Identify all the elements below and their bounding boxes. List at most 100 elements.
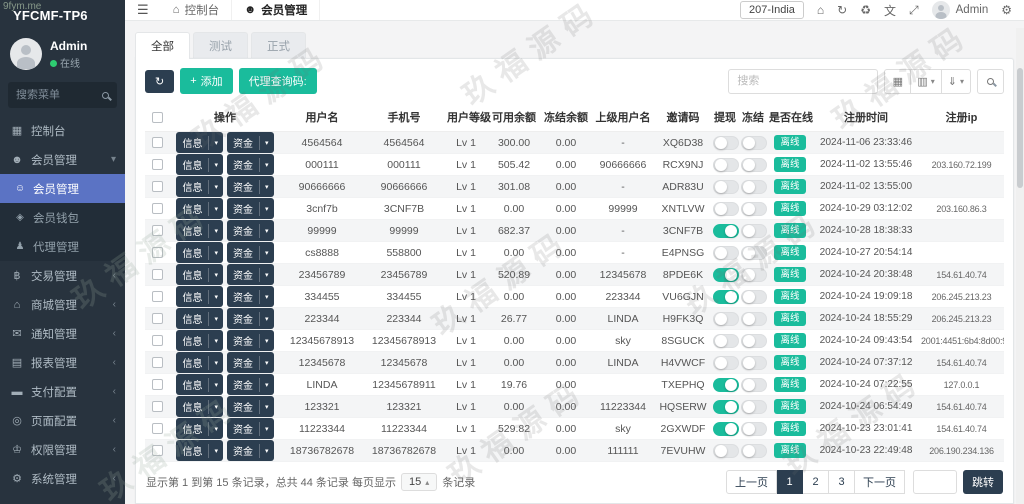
info-button[interactable]: 信息 ▾ [176,418,223,439]
row-checkbox[interactable] [151,159,163,171]
sidebar-search[interactable] [8,82,117,108]
funds-button[interactable]: 资金 ▾ [227,286,274,307]
withdraw-toggle[interactable] [713,289,739,304]
menu-toggle-icon[interactable]: ☰ [125,2,161,18]
info-button[interactable]: 信息 ▾ [176,396,223,417]
withdraw-toggle[interactable] [713,421,739,436]
withdraw-toggle[interactable] [713,311,739,326]
page-button-上一页[interactable]: 上一页 [726,470,777,494]
row-checkbox[interactable] [151,291,163,303]
row-checkbox[interactable] [151,335,163,347]
page-button-1[interactable]: 1 [777,470,803,494]
row-checkbox[interactable] [151,137,163,149]
page-size-select[interactable]: 15 ▴ [400,473,438,491]
page-button-3[interactable]: 3 [829,470,855,494]
info-button[interactable]: 信息 ▾ [176,440,223,461]
row-checkbox[interactable] [151,445,163,457]
funds-button[interactable]: 资金 ▾ [227,132,274,153]
freeze-toggle[interactable] [741,201,767,216]
settings-cogs-icon[interactable]: ⚙ [1001,3,1012,17]
language-icon[interactable]: 文 [884,2,896,19]
paging-toggle-button[interactable]: ▦ [884,68,912,94]
sidebar-item-控制台[interactable]: ▦ 控制台 [0,116,125,145]
info-button[interactable]: 信息 ▾ [176,308,223,329]
funds-button[interactable]: 资金 ▾ [227,440,274,461]
export-button[interactable]: ⇓ ▾ [941,68,971,94]
withdraw-toggle[interactable] [713,201,739,216]
freeze-toggle[interactable] [741,443,767,458]
sidebar-item-通知管理[interactable]: ✉ 通知管理 ‹ [0,319,125,348]
refresh-icon[interactable]: ↻ [837,3,847,17]
tab-全部[interactable]: 全部 [135,32,190,59]
withdraw-toggle[interactable] [713,245,739,260]
freeze-toggle[interactable] [741,355,767,370]
funds-button[interactable]: 资金 ▾ [227,308,274,329]
freeze-toggle[interactable] [741,399,767,414]
info-button[interactable]: 信息 ▾ [176,374,223,395]
freeze-toggle[interactable] [741,289,767,304]
info-button[interactable]: 信息 ▾ [176,264,223,285]
tab-正式[interactable]: 正式 [251,32,306,59]
info-button[interactable]: 信息 ▾ [176,198,223,219]
topbar-tab-dashboard[interactable]: ⌂ 控制台 [161,0,233,20]
withdraw-toggle[interactable] [713,179,739,194]
info-button[interactable]: 信息 ▾ [176,242,223,263]
withdraw-toggle[interactable] [713,223,739,238]
freeze-toggle[interactable] [741,267,767,282]
freeze-toggle[interactable] [741,245,767,260]
sidebar-item-交易管理[interactable]: ฿ 交易管理 ‹ [0,261,125,290]
funds-button[interactable]: 资金 ▾ [227,198,274,219]
sidebar-item-支付配置[interactable]: ▬ 支付配置 ‹ [0,377,125,406]
select-all-checkbox[interactable] [151,111,163,123]
funds-button[interactable]: 资金 ▾ [227,330,274,351]
freeze-toggle[interactable] [741,333,767,348]
info-button[interactable]: 信息 ▾ [176,176,223,197]
funds-button[interactable]: 资金 ▾ [227,154,274,175]
region-select[interactable]: 207-India [740,1,804,19]
columns-button[interactable]: ▥ ▾ [911,68,942,94]
topbar-tab-members[interactable]: ☻ 会员管理 [232,0,321,20]
row-checkbox[interactable] [151,225,163,237]
freeze-toggle[interactable] [741,377,767,392]
withdraw-toggle[interactable] [713,377,739,392]
withdraw-toggle[interactable] [713,333,739,348]
sidebar-item-商城管理[interactable]: ⌂ 商城管理 ‹ [0,290,125,319]
sidebar-item-页面配置[interactable]: ◎ 页面配置 ‹ [0,406,125,435]
sidebar-item-权限管理[interactable]: ♔ 权限管理 ‹ [0,435,125,464]
freeze-toggle[interactable] [741,179,767,194]
vertical-scrollbar[interactable] [1016,28,1024,504]
info-button[interactable]: 信息 ▾ [176,286,223,307]
user-avatar[interactable] [10,38,42,70]
scrollbar-thumb[interactable] [1017,68,1023,188]
withdraw-toggle[interactable] [713,355,739,370]
sidebar-search-input[interactable] [16,89,102,101]
info-button[interactable]: 信息 ▾ [176,220,223,241]
row-checkbox[interactable] [151,313,163,325]
freeze-toggle[interactable] [741,223,767,238]
row-checkbox[interactable] [151,379,163,391]
funds-button[interactable]: 资金 ▾ [227,220,274,241]
row-checkbox[interactable] [151,181,163,193]
funds-button[interactable]: 资金 ▾ [227,396,274,417]
search-icon[interactable] [102,91,109,99]
sidebar-item-会员管理[interactable]: ☻ 会员管理 ▾ [0,145,125,174]
row-checkbox[interactable] [151,203,163,215]
freeze-toggle[interactable] [741,311,767,326]
row-checkbox[interactable] [151,247,163,259]
page-button-2[interactable]: 2 [803,470,829,494]
page-jump-button[interactable]: 跳转 [963,470,1003,494]
add-member-button[interactable]: + 添加 [180,68,233,94]
page-jump-input[interactable] [913,470,957,494]
freeze-toggle[interactable] [741,421,767,436]
funds-button[interactable]: 资金 ▾ [227,242,274,263]
withdraw-toggle[interactable] [713,399,739,414]
search-toggle-button[interactable] [977,68,1004,94]
sidebar-item-报表管理[interactable]: ▤ 报表管理 ‹ [0,348,125,377]
sidebar-subitem-会员管理[interactable]: ☺ 会员管理 [0,174,125,203]
fullscreen-icon[interactable]: ⤢ [909,3,919,18]
row-checkbox[interactable] [151,269,163,281]
topbar-user-menu[interactable]: Admin [931,1,988,19]
withdraw-toggle[interactable] [713,267,739,282]
withdraw-toggle[interactable] [713,157,739,172]
sidebar-subitem-代理管理[interactable]: ♟ 代理管理 [0,232,125,261]
